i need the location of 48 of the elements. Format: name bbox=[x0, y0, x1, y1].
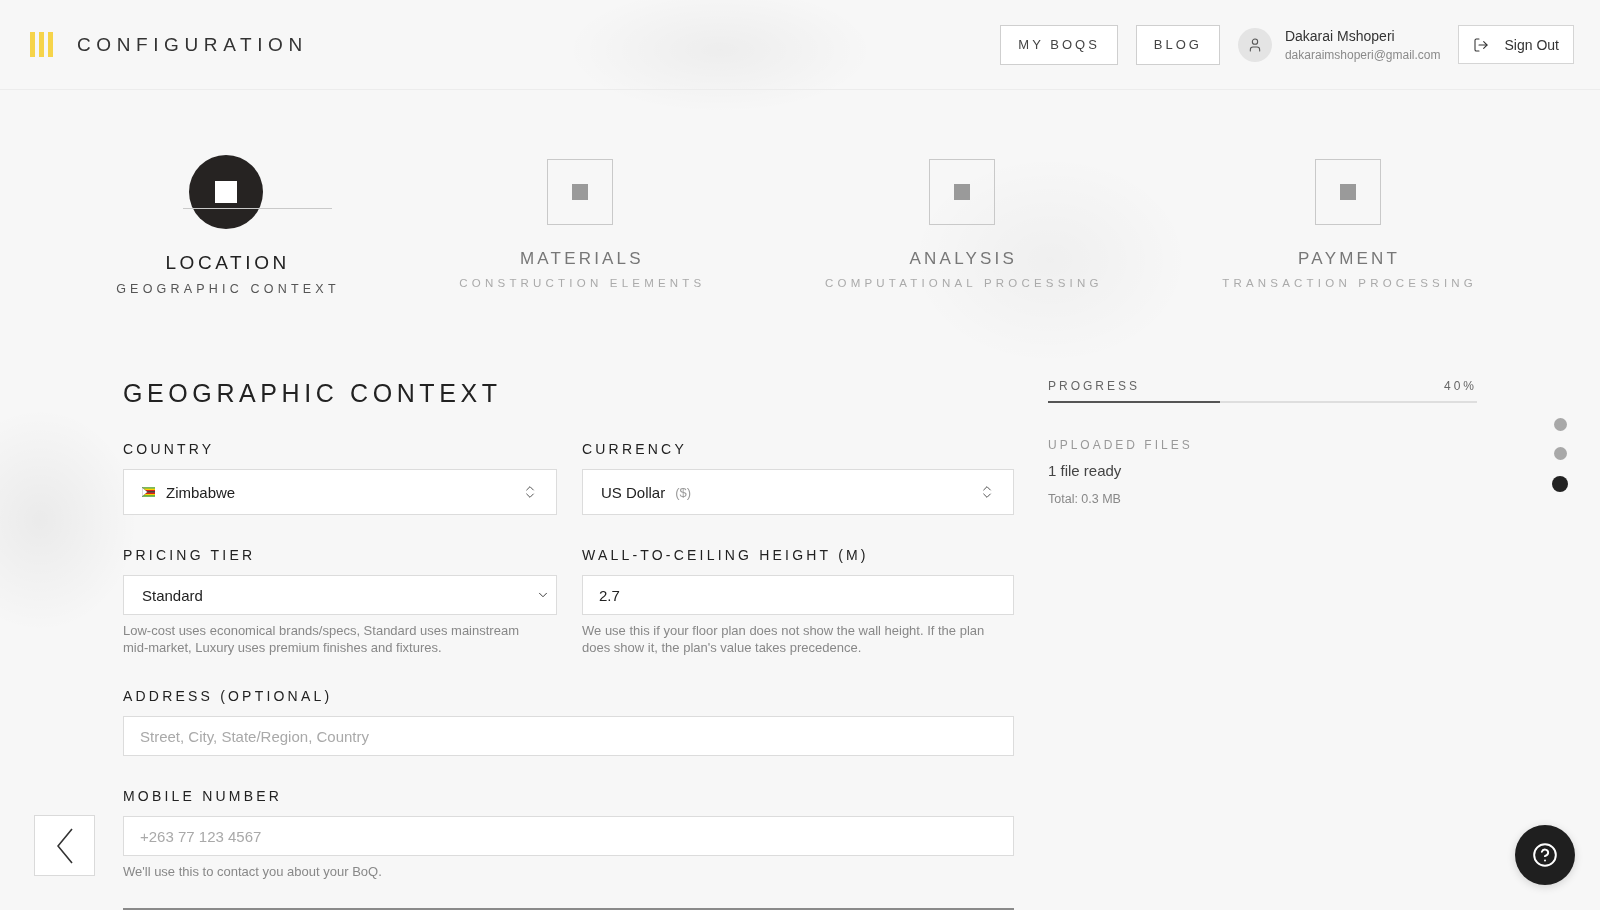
text-field[interactable]: 2.7 bbox=[582, 575, 1014, 615]
step-subtitle: TRANSACTION PROCESSING bbox=[1221, 276, 1477, 291]
help-text: We use this if your floor plan does not show the wall height. If the plan does show it, the plan's value takes precedence. bbox=[582, 622, 986, 656]
field-label: ADDRESS (OPTIONAL) bbox=[123, 687, 334, 705]
nav-button[interactable]: MY BOQS bbox=[1000, 24, 1118, 65]
section-dot[interactable] bbox=[1553, 447, 1567, 460]
field-label: CURRENCY bbox=[582, 440, 688, 458]
select-field[interactable]: US Dollar ($) bbox=[582, 469, 1014, 515]
step-square-icon[interactable] bbox=[1314, 159, 1381, 225]
field-label: COUNTRY bbox=[123, 440, 216, 458]
step-title[interactable]: LOCATION bbox=[161, 251, 290, 275]
logo-text: CONFIGURATION bbox=[77, 32, 308, 57]
text-field[interactable]: Street, City, State/Region, Country bbox=[123, 716, 1014, 756]
section-heading: GEOGRAPHIC CONTEXT bbox=[123, 378, 503, 408]
step-subtitle: GEOGRAPHIC CONTEXT bbox=[115, 281, 340, 297]
uploads-total: Total: 0.3 MB bbox=[1048, 491, 1122, 507]
field-label: MOBILE NUMBER bbox=[123, 787, 284, 805]
chevron-left-icon bbox=[56, 827, 73, 864]
nav-button[interactable]: BLOG bbox=[1135, 24, 1220, 65]
step-title[interactable]: MATERIALS bbox=[516, 247, 644, 271]
avatar-icon bbox=[1237, 27, 1272, 62]
section-dot[interactable] bbox=[1553, 418, 1567, 431]
step-title[interactable]: ANALYSIS bbox=[906, 247, 1018, 271]
help-button[interactable] bbox=[1515, 825, 1575, 885]
progress-reading: 40% bbox=[1443, 378, 1477, 394]
step-title[interactable]: PAYMENT bbox=[1294, 247, 1401, 271]
back-button[interactable] bbox=[34, 815, 95, 876]
text-field[interactable]: +263 77 123 4567 bbox=[123, 816, 1014, 856]
dropdown-field[interactable]: Standard bbox=[123, 575, 557, 615]
user-email: dakaraimshoperi@gmail.com bbox=[1284, 46, 1441, 64]
section-dot[interactable] bbox=[1552, 476, 1568, 492]
progress-label: PROGRESS bbox=[1048, 378, 1140, 394]
uploads-title: UPLOADED FILES bbox=[1048, 437, 1194, 453]
help-text: Low-cost uses economical brands/specs, Standard uses mainstream mid-market, Luxury uses premium finishes and fixtures. bbox=[123, 622, 520, 656]
logo-icon bbox=[30, 32, 53, 57]
field-label: PRICING TIER bbox=[123, 546, 257, 564]
field-label: WALL-TO-CEILING HEIGHT (M) bbox=[582, 546, 870, 564]
step-square-icon[interactable] bbox=[547, 159, 614, 225]
sign-out-button[interactable]: Sign Out bbox=[1457, 25, 1574, 64]
help-icon bbox=[1532, 842, 1558, 868]
user-name: Dakarai Mshoperi bbox=[1284, 26, 1396, 46]
logout-icon bbox=[1472, 36, 1489, 53]
step-square-icon[interactable] bbox=[928, 159, 995, 225]
help-text: We'll use this to contact you about your BoQ. bbox=[123, 863, 383, 880]
step-subtitle: COMPUTATIONAL PROCESSING bbox=[824, 276, 1103, 291]
uploads-status: 1 file ready bbox=[1048, 461, 1123, 481]
step-subtitle: CONSTRUCTION ELEMENTS bbox=[458, 276, 706, 291]
select-field[interactable]: Zimbabwe bbox=[123, 469, 557, 515]
